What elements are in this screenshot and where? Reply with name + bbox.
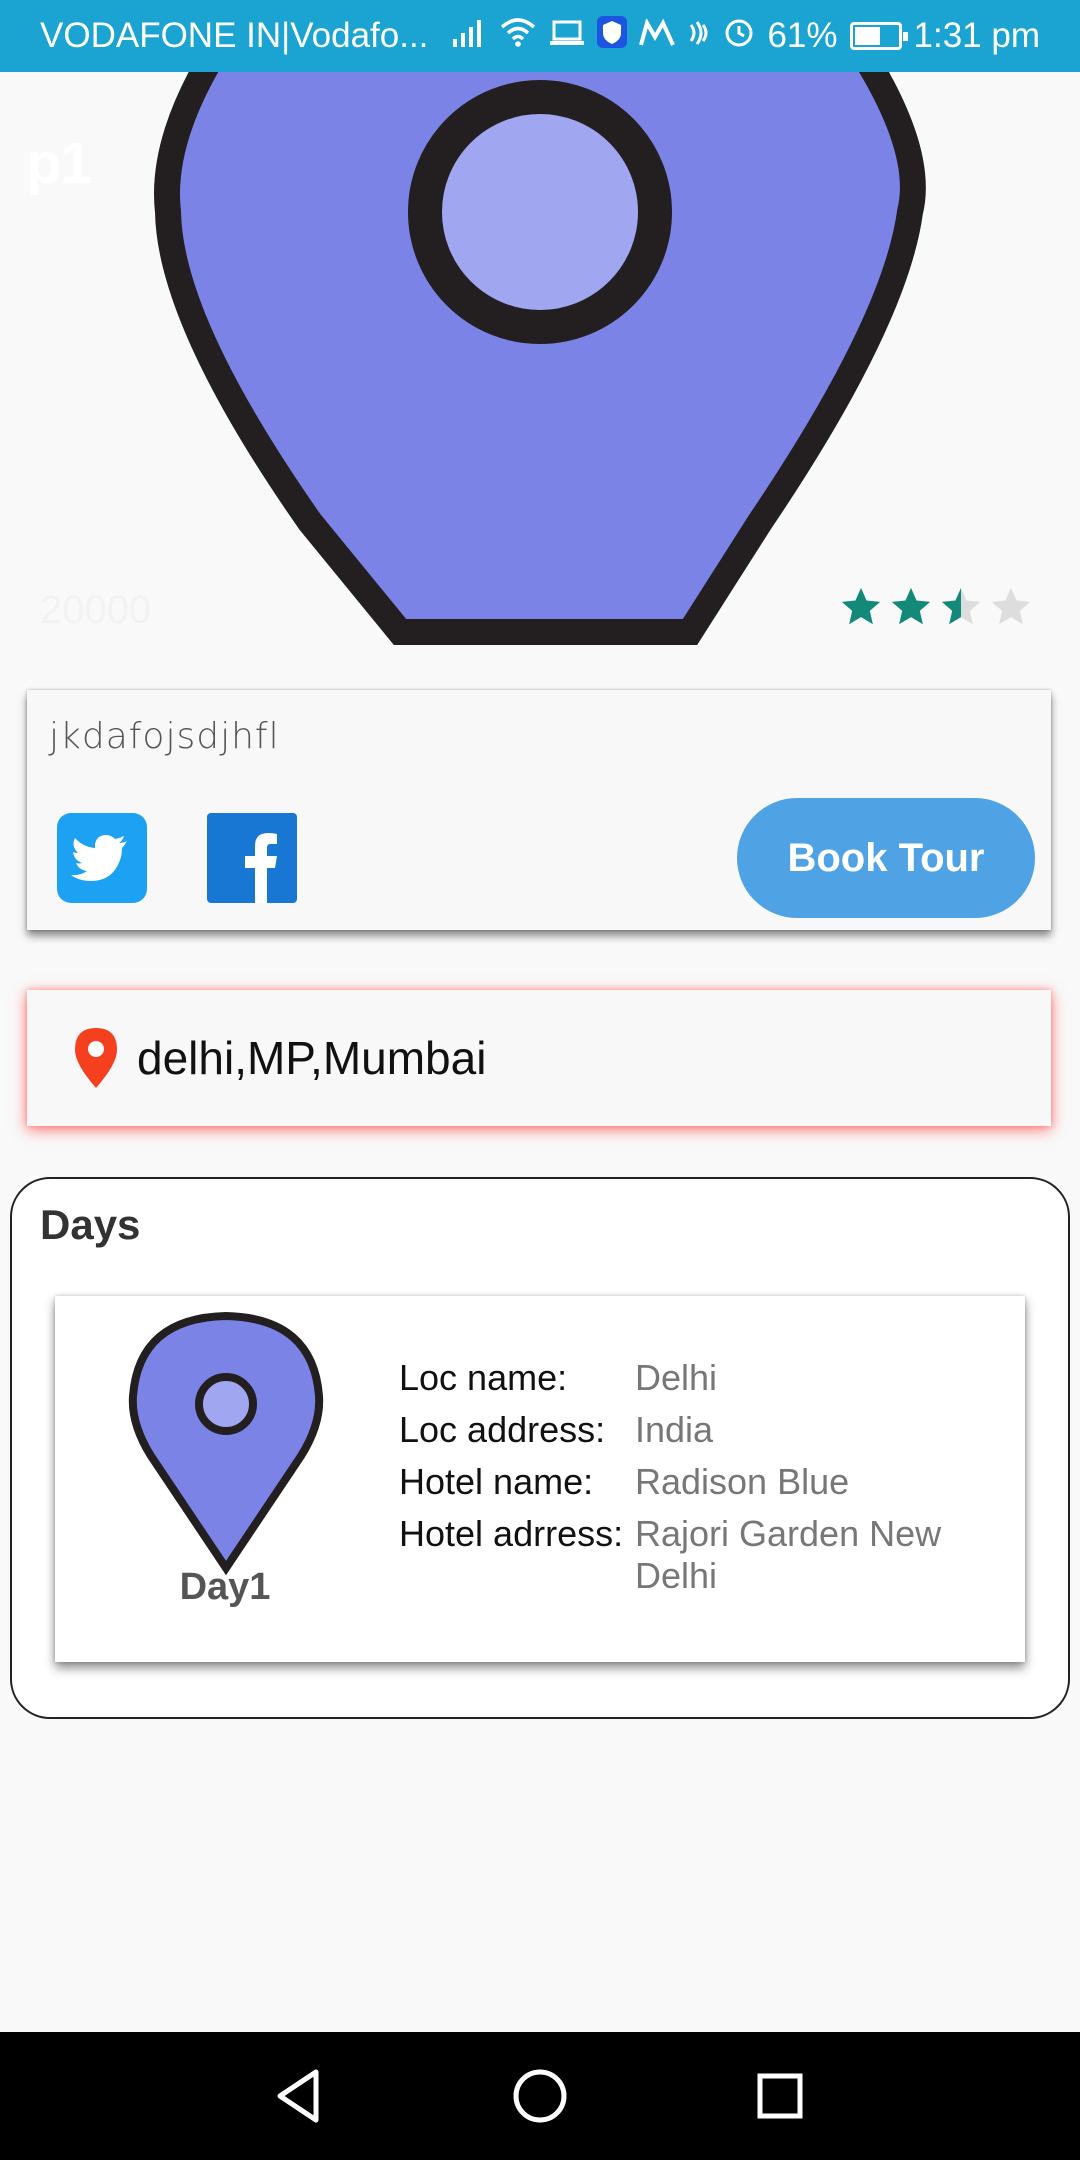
days-section: Days Day1 Loc name: Delhi Loc address: I…: [10, 1177, 1070, 1719]
signal-icon: [451, 17, 487, 55]
back-icon[interactable]: [268, 2064, 332, 2128]
book-tour-button[interactable]: Book Tour: [737, 798, 1035, 918]
location-card: delhi,MP,Mumbai: [27, 990, 1051, 1126]
carrier-name: VODAFONE IN|Vodafo...: [40, 16, 429, 55]
hotel-name-key: Hotel name:: [399, 1461, 594, 1502]
navigation-bar: [0, 2032, 1080, 2160]
loc-address-row: Loc address: India: [399, 1404, 999, 1456]
home-icon[interactable]: [508, 2064, 572, 2128]
star-icon: [891, 587, 931, 625]
star-icon: [841, 587, 881, 625]
location-pin-icon: [75, 1028, 117, 1088]
clock: 1:31 pm: [913, 16, 1040, 55]
day-card[interactable]: Day1 Loc name: Delhi Loc address: India …: [55, 1296, 1025, 1662]
map-pin-icon: [154, 72, 926, 645]
day-label: Day1: [179, 1566, 271, 1608]
m-app-icon: [639, 17, 676, 55]
days-title: Days: [40, 1201, 141, 1248]
hotel-name-value: Radison Blue: [635, 1461, 850, 1502]
vibrate-icon: [687, 18, 711, 55]
twitter-icon: [71, 835, 127, 881]
alarm-icon: [723, 16, 755, 56]
tour-description: jkdafojsdjhfl: [49, 716, 280, 757]
day-pin-icon: [128, 1311, 324, 1576]
hotel-address-row: Hotel adrress: Rajori Garden New Delhi: [399, 1508, 999, 1597]
star-half-icon: [941, 587, 981, 625]
loc-address-key: Loc address:: [399, 1409, 606, 1450]
facebook-icon: [245, 833, 277, 903]
battery-percent: 61%: [767, 16, 838, 55]
twitter-share-button[interactable]: [57, 813, 147, 903]
recents-icon[interactable]: [748, 2064, 812, 2128]
hotel-address-key: Hotel adrress:: [399, 1513, 624, 1554]
shield-icon: [597, 16, 628, 56]
wifi-icon: [499, 17, 537, 55]
hotel-name-row: Hotel name: Radison Blue: [399, 1456, 999, 1508]
hotel-address-value: Rajori Garden New Delhi: [635, 1513, 942, 1596]
star-empty-icon: [991, 587, 1031, 625]
day-details: Loc name: Delhi Loc address: India Hotel…: [399, 1352, 999, 1597]
loc-address-value: India: [635, 1409, 714, 1450]
facebook-share-button[interactable]: [207, 813, 297, 903]
loc-name-value: Delhi: [635, 1357, 718, 1398]
loc-name-row: Loc name: Delhi: [399, 1352, 999, 1404]
hero-image: p1 20000: [0, 72, 1080, 672]
loc-name-key: Loc name:: [399, 1357, 568, 1398]
info-card: jkdafojsdjhfl Book Tour: [27, 690, 1051, 930]
tour-title: p1: [26, 131, 93, 196]
battery-icon: [849, 22, 908, 50]
location-text: delhi,MP,Mumbai: [137, 1032, 487, 1084]
status-bar: VODAFONE IN|Vodafo... 61% 1:31 pm: [0, 0, 1080, 72]
tour-price: 20000: [40, 588, 152, 632]
laptop-icon: [549, 18, 585, 55]
rating-stars: [838, 584, 1034, 630]
